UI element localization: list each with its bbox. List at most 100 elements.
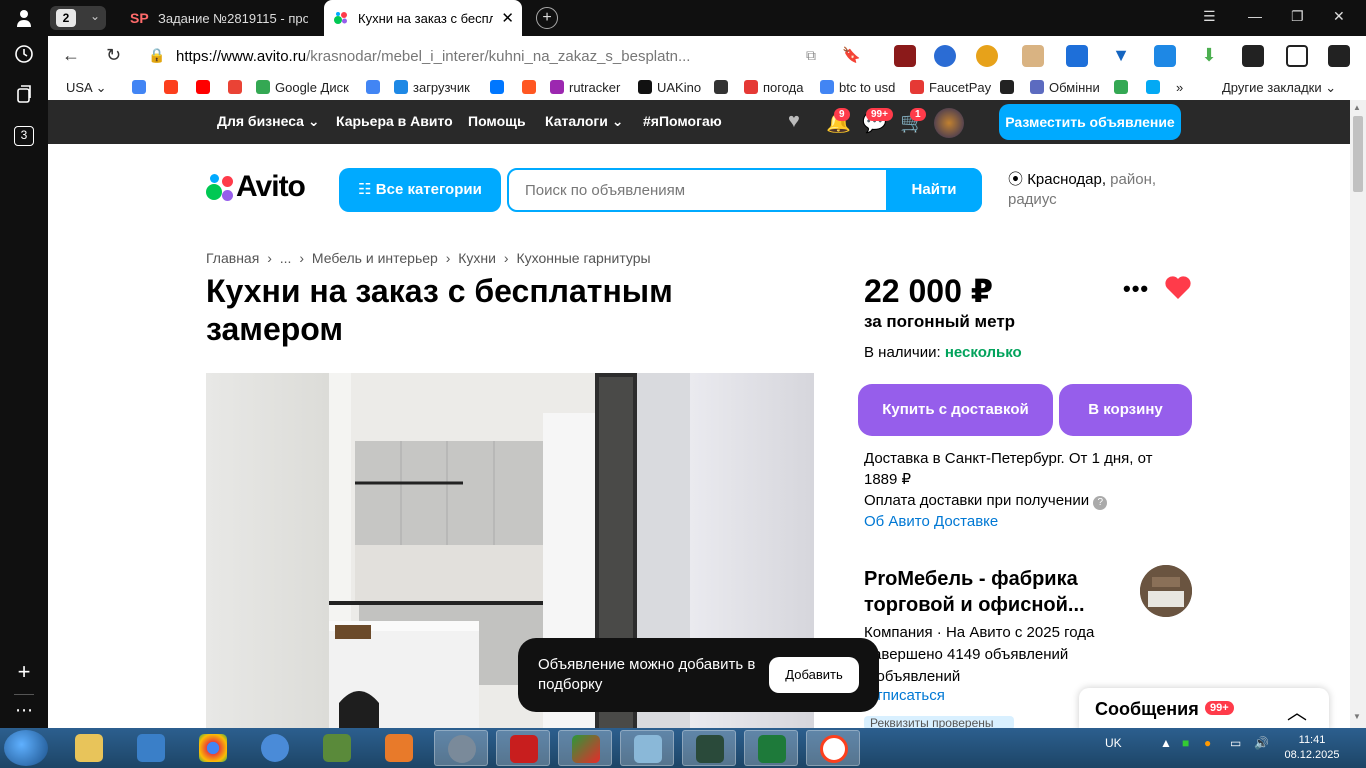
bookmark-weather[interactable]: погода xyxy=(744,80,804,95)
help-icon[interactable]: ? xyxy=(1093,496,1108,510)
url-field[interactable]: 🔒 https://www.avito.ru/krasnodar/mebel_i… xyxy=(136,41,836,71)
more-icon[interactable]: ⋯ xyxy=(12,698,36,722)
extension-icon[interactable] xyxy=(1328,45,1350,67)
location-selector[interactable]: ⦿ Краснодар, район, радиус xyxy=(1008,170,1178,210)
volume-icon[interactable]: 🔊 xyxy=(1254,736,1269,750)
download-icon[interactable] xyxy=(1154,45,1176,67)
taskbar-app[interactable] xyxy=(620,730,674,766)
bookmark-google-drive[interactable]: Google Диск xyxy=(256,80,349,95)
other-bookmarks[interactable]: Другие закладки ⌄ xyxy=(1222,80,1336,96)
extension-icon[interactable] xyxy=(976,45,998,67)
taskbar-app[interactable] xyxy=(558,730,612,766)
bookmark-f[interactable] xyxy=(522,80,541,95)
extension-icon[interactable] xyxy=(1242,45,1264,67)
tab-avito[interactable]: Кухни на заказ с беспла ✕ xyxy=(324,0,522,36)
tray-expand-icon[interactable]: ▲ xyxy=(1160,736,1172,750)
extension-icon[interactable] xyxy=(934,45,956,67)
nav-catalogs[interactable]: Каталоги ⌄ xyxy=(545,113,623,130)
nav-help[interactable]: Помощь xyxy=(468,113,526,129)
scrollbar[interactable]: ▲ ▼ xyxy=(1350,100,1366,728)
seller-name[interactable]: ProМебель - фабрика торговой и офисной..… xyxy=(864,566,1124,618)
taskbar-clock-app[interactable] xyxy=(434,730,488,766)
taskbar-terminal[interactable] xyxy=(682,730,736,766)
bookmark-rutracker[interactable]: rutracker xyxy=(550,80,620,95)
minimize-icon[interactable]: — xyxy=(1248,8,1262,24)
nav-career[interactable]: Карьера в Авито xyxy=(336,113,453,129)
tray-app-icon[interactable]: ■ xyxy=(1182,736,1189,750)
more-options-icon[interactable]: ••• xyxy=(1123,276,1149,302)
new-tab-button[interactable]: + xyxy=(536,7,558,29)
taskbar-explorer[interactable] xyxy=(62,730,116,766)
scroll-up-icon[interactable]: ▲ xyxy=(1353,103,1361,112)
favorite-heart-icon[interactable] xyxy=(1164,274,1192,305)
close-tab-icon[interactable]: ✕ xyxy=(501,9,514,27)
bookmark-maps[interactable] xyxy=(1114,80,1133,95)
bookmark-exchange[interactable]: Обмінни xyxy=(1030,80,1100,95)
extension-icon[interactable] xyxy=(1066,45,1088,67)
taskbar-media[interactable] xyxy=(372,730,426,766)
extension-icon[interactable] xyxy=(1022,45,1044,67)
network-icon[interactable]: ▭ xyxy=(1230,736,1241,750)
all-categories-button[interactable]: ☷ Все категории xyxy=(339,168,501,212)
bookmark-gmail[interactable] xyxy=(228,80,247,95)
toast-add-button[interactable]: Добавить xyxy=(769,657,859,693)
taskbar-browser[interactable] xyxy=(248,730,302,766)
tab-count-icon[interactable]: 3 xyxy=(12,124,36,148)
avatar[interactable] xyxy=(934,108,964,138)
system-clock[interactable]: 11:41 08.12.2025 xyxy=(1282,733,1342,763)
scroll-down-icon[interactable]: ▼ xyxy=(1353,712,1361,721)
extension-icon[interactable] xyxy=(1286,45,1308,67)
bookmark-yandex[interactable] xyxy=(164,80,183,95)
crumb-ellipsis[interactable]: ... xyxy=(280,250,292,266)
taskbar-aida64[interactable] xyxy=(496,730,550,766)
add-panel-icon[interactable]: + xyxy=(12,660,36,684)
extension-icon[interactable] xyxy=(894,45,916,67)
bookmarks-more[interactable]: » xyxy=(1176,80,1183,95)
bookmark-usa[interactable]: USA ⌄ xyxy=(66,80,107,96)
nav-help-others[interactable]: #яПомогаю xyxy=(643,113,722,129)
search-button[interactable]: Найти xyxy=(886,168,982,212)
bookmark-btc[interactable]: btc to usd xyxy=(820,80,895,95)
reader-icon[interactable]: ⧉ xyxy=(806,47,816,64)
seller-avatar[interactable] xyxy=(1140,565,1192,617)
crumb-kitchen-sets[interactable]: Кухонные гарнитуры xyxy=(516,250,650,266)
buy-with-delivery-button[interactable]: Купить с доставкой xyxy=(858,384,1053,436)
search-input[interactable]: Поиск по объявлениям Найти xyxy=(507,168,982,212)
bookmark-faucetpay[interactable]: FaucetPay xyxy=(910,80,991,95)
post-ad-button[interactable]: Разместить объявление xyxy=(999,104,1181,140)
collections-icon[interactable] xyxy=(12,84,36,108)
avito-delivery-link[interactable]: Об Авито Доставке xyxy=(864,513,998,530)
start-button[interactable] xyxy=(4,730,48,766)
bookmark-google[interactable] xyxy=(132,80,151,95)
favorites-icon[interactable]: ♥ xyxy=(788,110,800,133)
bookmark-icon[interactable]: 🔖 xyxy=(842,46,861,64)
bookmark-vk[interactable] xyxy=(490,80,509,95)
chevron-up-icon[interactable]: ︿ xyxy=(1287,696,1307,725)
add-to-cart-button[interactable]: В корзину xyxy=(1059,384,1192,436)
bookmark-star[interactable] xyxy=(1146,80,1165,95)
profile-icon[interactable] xyxy=(12,8,36,32)
taskbar-excel[interactable] xyxy=(744,730,798,766)
crumb-home[interactable]: Главная xyxy=(206,250,259,266)
reload-icon[interactable]: ↻ xyxy=(106,45,121,66)
bookmark-loader[interactable]: загрузчик xyxy=(394,80,470,95)
history-icon[interactable] xyxy=(12,44,36,68)
menu-icon[interactable]: ☰ xyxy=(1203,8,1216,25)
back-icon[interactable]: ← xyxy=(62,45,80,66)
tab-groups-button[interactable]: 2 ⌄ xyxy=(50,6,106,30)
restore-icon[interactable]: ❐ xyxy=(1291,8,1304,25)
close-window-icon[interactable]: ✕ xyxy=(1333,8,1345,25)
taskbar-chrome[interactable] xyxy=(186,730,240,766)
taskbar-app[interactable] xyxy=(310,730,364,766)
language-indicator[interactable]: UK xyxy=(1105,736,1122,750)
scroll-thumb[interactable] xyxy=(1353,116,1363,192)
extension-icon[interactable]: ⬇ xyxy=(1198,45,1220,67)
taskbar-app[interactable] xyxy=(124,730,178,766)
bookmark-youtube[interactable] xyxy=(196,80,215,95)
nav-business[interactable]: Для бизнеса ⌄ xyxy=(217,113,320,130)
bookmark-translate[interactable] xyxy=(366,80,385,95)
bookmark-chess[interactable] xyxy=(714,80,733,95)
taskbar-yandex-browser[interactable] xyxy=(806,730,860,766)
crumb-kitchens[interactable]: Кухни xyxy=(458,250,496,266)
tray-app-icon[interactable]: ● xyxy=(1204,736,1211,750)
